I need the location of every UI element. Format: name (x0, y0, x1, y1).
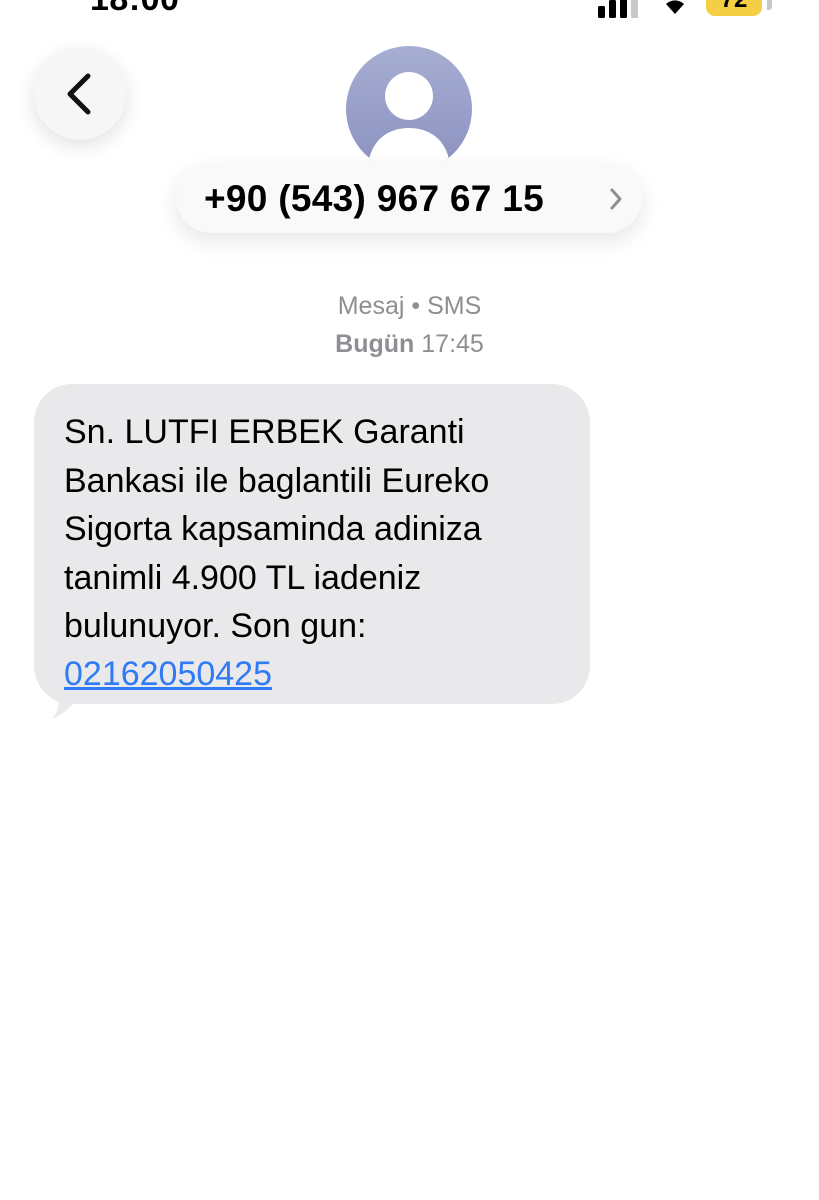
battery-tip (767, 0, 772, 10)
message-timestamp: Bugün 17:45 (0, 330, 819, 359)
chevron-left-icon (67, 73, 91, 115)
back-button[interactable] (34, 48, 126, 140)
message-date-day: Bugün (335, 330, 415, 358)
chevron-right-icon (610, 188, 622, 210)
message-phone-link[interactable]: 02162050425 (64, 650, 272, 698)
message-bubble[interactable]: Sn. LUTFI ERBEK Garanti Bankasi ile bagl… (34, 384, 590, 704)
status-time: 18:00 (90, 0, 179, 18)
wifi-icon (666, 0, 684, 14)
status-bar: 18:00 72 (0, 0, 819, 18)
cellular-signal-icon (598, 0, 638, 18)
message-date-time: 17:45 (421, 330, 484, 358)
message-service-label: Mesaj • SMS (337, 292, 482, 320)
message-text: Sn. LUTFI ERBEK Garanti Bankasi ile bagl… (64, 413, 490, 645)
battery-level-badge: 72 (706, 0, 762, 16)
person-silhouette-icon (368, 72, 450, 164)
contact-number: +90 (543) 967 67 15 (204, 178, 545, 219)
contact-name-button[interactable]: +90 (543) 967 67 15 (176, 163, 642, 233)
contact-avatar[interactable] (346, 46, 472, 172)
